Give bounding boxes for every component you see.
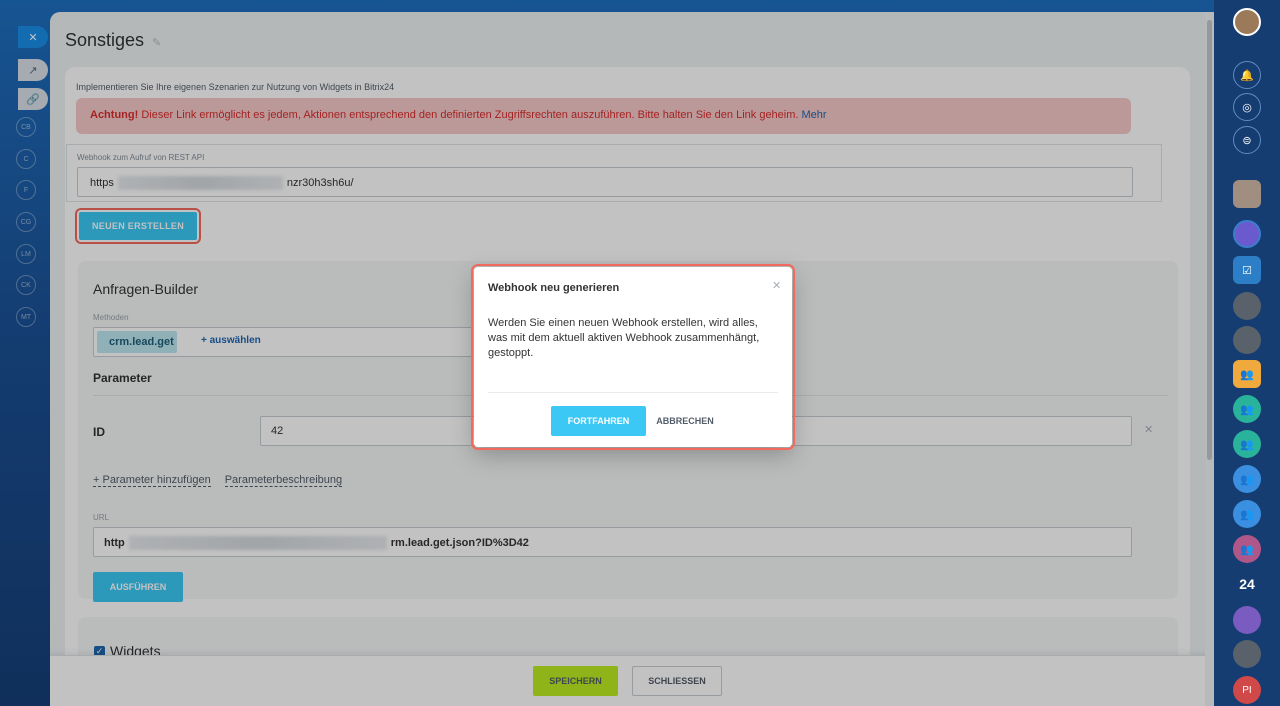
user-avatar[interactable] bbox=[1233, 8, 1261, 36]
group-chat-icon-6[interactable]: 👥 bbox=[1233, 535, 1261, 563]
divider bbox=[488, 392, 778, 393]
contact-avatar-3[interactable] bbox=[1233, 292, 1261, 320]
dialog-body: Werden Sie einen neuen Webhook erstellen… bbox=[488, 317, 760, 359]
close-icon[interactable]: ✕ bbox=[772, 279, 781, 292]
search-chat-icon[interactable]: ⊜ bbox=[1233, 126, 1261, 154]
contact-avatar-4[interactable] bbox=[1233, 326, 1261, 354]
target-icon[interactable]: ◎ bbox=[1233, 93, 1261, 121]
bell-icon[interactable]: 🔔 bbox=[1233, 61, 1261, 89]
group-chat-icon-2[interactable]: 👥 bbox=[1233, 395, 1261, 423]
group-chat-icon-3[interactable]: 👥 bbox=[1233, 430, 1261, 458]
contact-avatar-5[interactable] bbox=[1233, 606, 1261, 634]
group-chat-icon-4[interactable]: 👥 bbox=[1233, 465, 1261, 493]
cancel-button[interactable]: ABBRECHEN bbox=[654, 406, 716, 436]
group-chat-icon-5[interactable]: 👥 bbox=[1233, 500, 1261, 528]
bitrix24-icon[interactable]: 24 bbox=[1233, 570, 1261, 598]
contact-avatar-2[interactable] bbox=[1233, 220, 1261, 248]
contact-avatar-6[interactable] bbox=[1233, 640, 1261, 668]
right-rail: 🔔 ◎ ⊜ ☑ 👥 👥 👥 👥 👥 👥 24 PI bbox=[1214, 0, 1280, 706]
regenerate-webhook-dialog: Webhook neu generieren ✕ Werden Sie eine… bbox=[471, 264, 795, 450]
tasks-icon[interactable]: ☑ bbox=[1233, 256, 1261, 284]
continue-button[interactable]: FORTFAHREN bbox=[551, 406, 646, 436]
group-chat-icon-1[interactable]: 👥 bbox=[1233, 360, 1261, 388]
dialog-title: Webhook neu generieren bbox=[488, 282, 620, 294]
contact-avatar-1[interactable] bbox=[1233, 180, 1261, 208]
contact-avatar-pi[interactable]: PI bbox=[1233, 676, 1261, 704]
